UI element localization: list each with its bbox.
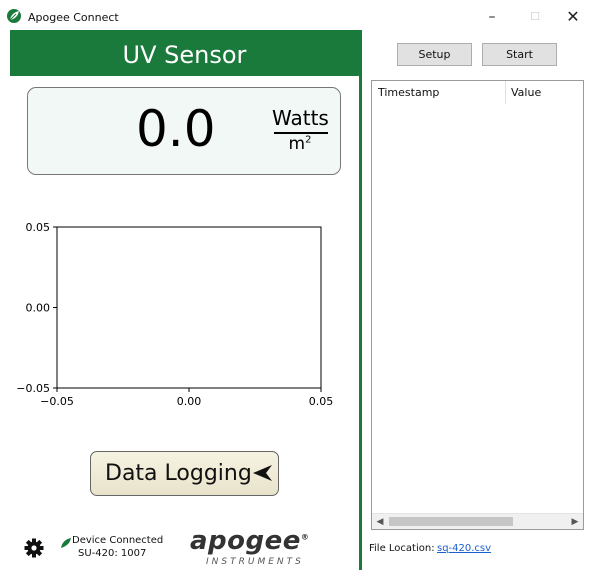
- y-tick-label: 0.05: [26, 221, 51, 234]
- file-location-label: File Location:: [369, 543, 435, 554]
- unit-denominator-text: m: [288, 134, 306, 154]
- start-button[interactable]: Start: [482, 43, 557, 66]
- y-tick-label: 0.00: [26, 302, 51, 315]
- leaf-icon: [7, 9, 21, 23]
- file-location-link[interactable]: sq-420.csv: [437, 543, 491, 554]
- title-bar: Apogee Connect – ☐ ✕: [0, 0, 592, 30]
- connection-status: Device Connected: [72, 535, 164, 546]
- sensor-plot: −0.05 0.00 0.05 0.05 0.00 −0.05: [16, 221, 334, 408]
- sensor-panel: UV Sensor 0.0 Watts m2 −0.05 0.00 0.05 0.05…: [10, 30, 359, 570]
- data-logging-label: Data Logging: [105, 461, 252, 486]
- column-header-timestamp[interactable]: Timestamp: [372, 81, 506, 104]
- plot-frame: [56, 226, 322, 389]
- logo-subtitle: INSTRUMENTS: [206, 557, 304, 567]
- unit-exponent: 2: [305, 134, 312, 146]
- x-tick-label: 0.05: [309, 395, 334, 408]
- apogee-logo: apogee®: [190, 526, 309, 556]
- device-id: SU-420: 1007: [78, 548, 147, 559]
- column-header-value[interactable]: Value: [507, 81, 583, 104]
- scroll-right-icon[interactable]: ▶: [567, 514, 583, 529]
- scrollbar-thumb[interactable]: [389, 517, 513, 526]
- sensor-title: UV Sensor: [10, 30, 359, 76]
- scroll-left-icon[interactable]: ◀: [372, 514, 388, 529]
- unit-numerator: Watts: [272, 106, 329, 130]
- maximize-button[interactable]: ☐: [515, 5, 555, 29]
- gear-icon[interactable]: [24, 538, 44, 558]
- horizontal-scrollbar[interactable]: ◀ ▶: [372, 513, 583, 529]
- unit-denominator: m2: [272, 134, 328, 154]
- data-table[interactable]: Timestamp Value ◀ ▶: [371, 80, 584, 530]
- x-tick-label: −0.05: [40, 395, 74, 408]
- setup-button[interactable]: Setup: [397, 43, 472, 66]
- logo-registered-mark: ®: [300, 532, 310, 542]
- close-button[interactable]: ✕: [553, 5, 592, 29]
- panel-divider: [359, 30, 362, 570]
- x-tick-label: 0.00: [177, 395, 202, 408]
- status-leaf-icon: [61, 538, 71, 548]
- y-tick-label: −0.05: [16, 382, 50, 395]
- logo-text: apogee: [190, 526, 301, 556]
- window-title: Apogee Connect: [28, 11, 119, 24]
- minimize-button[interactable]: –: [472, 5, 512, 29]
- data-logging-button[interactable]: Data Logging: [90, 451, 279, 496]
- reading-value: 0.0: [136, 100, 216, 158]
- reading-display: 0.0 Watts m2: [27, 87, 341, 175]
- arrow-left-icon: [253, 465, 272, 481]
